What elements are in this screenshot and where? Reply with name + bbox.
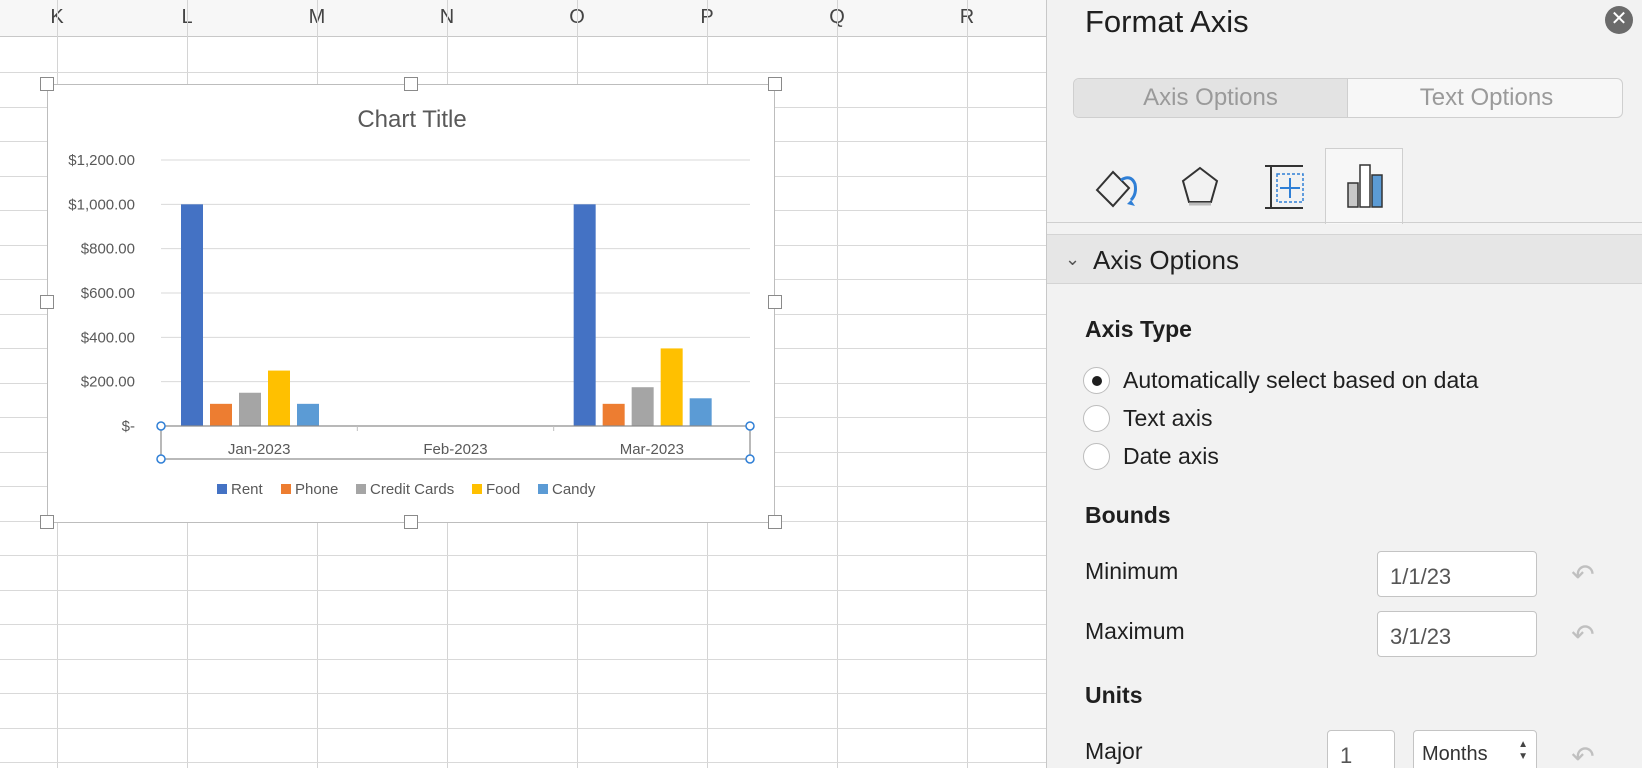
chart-title[interactable]: Chart Title: [357, 106, 466, 133]
axis-options-tab[interactable]: [1325, 148, 1403, 224]
pane-title: Format Axis: [1085, 4, 1249, 39]
y-tick-label: $-: [122, 418, 135, 435]
x-tick-label: Feb-2023: [423, 441, 487, 458]
axis-selection-handle[interactable]: [156, 454, 166, 464]
worksheet-grid[interactable]: KLMNOPQR Chart Title $- $200.00 $400.00 $60…: [0, 0, 1046, 768]
grid-row-line: [0, 555, 1046, 556]
axis-selection-handle[interactable]: [745, 454, 755, 464]
bar-rent[interactable]: [181, 204, 203, 426]
fill-line-tab[interactable]: [1077, 148, 1155, 222]
grid-row-line: [0, 624, 1046, 625]
major-unit-select-value: Months: [1422, 743, 1488, 765]
y-tick-label: $600.00: [81, 285, 135, 302]
y-tick-label: $1,000.00: [68, 196, 135, 213]
effects-icon: [1181, 166, 1219, 206]
units-title: Units: [1085, 682, 1143, 708]
radio-button-selected[interactable]: [1083, 367, 1110, 394]
size-properties-tab[interactable]: [1245, 148, 1323, 222]
x-tick-label: Mar-2023: [620, 441, 684, 458]
y-tick-label: $200.00: [81, 374, 135, 391]
legend-swatch: [538, 484, 548, 494]
tab-text-options[interactable]: Text Options: [1349, 79, 1622, 117]
chart-plot[interactable]: Chart Title $- $200.00 $400.00 $600.00 $800.…: [48, 85, 776, 524]
major-unit-input[interactable]: 1: [1327, 730, 1395, 768]
maximum-input[interactable]: 3/1/23: [1377, 611, 1537, 657]
chart-resize-handle-bottom-left[interactable]: [40, 515, 54, 529]
column-header-bar: KLMNOPQR: [0, 0, 1046, 37]
chart-resize-handle-right[interactable]: [768, 295, 782, 309]
tab-axis-options[interactable]: Axis Options: [1074, 79, 1348, 117]
excel-window: KLMNOPQR Chart Title $- $200.00 $400.00 $60…: [0, 0, 1642, 768]
radio-label: Automatically select based on data: [1123, 367, 1479, 393]
bar-phone[interactable]: [210, 403, 232, 426]
bar-phone[interactable]: [602, 403, 625, 426]
bar-candy[interactable]: [689, 398, 712, 426]
grid-row-line: [0, 590, 1046, 591]
bar-chart[interactable]: Chart Title $- $200.00 $400.00 $600.00 $800.…: [47, 84, 775, 523]
legend-entry[interactable]: Candy: [552, 481, 596, 498]
format-icon-tabs: [1047, 148, 1642, 224]
y-tick-label: $800.00: [81, 241, 135, 258]
chart-resize-handle-top-left[interactable]: [40, 77, 54, 91]
legend-swatch: [472, 484, 482, 494]
column-header-k[interactable]: K: [0, 0, 122, 37]
select-arrows-icon: ▲ ▼: [1518, 739, 1528, 762]
axis-options-icon: [1347, 164, 1383, 208]
bar-rent[interactable]: [573, 204, 596, 426]
y-tick-label: $1,200.00: [68, 152, 135, 169]
grid-row-line: [0, 693, 1046, 694]
reset-minimum-icon[interactable]: ↶: [1565, 560, 1601, 590]
minimum-input[interactable]: 1/1/23: [1377, 551, 1537, 597]
section-label: Axis Options: [1093, 245, 1239, 275]
legend-entry[interactable]: Phone: [295, 481, 338, 498]
chart-resize-handle-top[interactable]: [404, 77, 418, 91]
grid-row-line: [0, 728, 1046, 729]
chart-resize-handle-bottom-right[interactable]: [768, 515, 782, 529]
reset-maximum-icon[interactable]: ↶: [1565, 620, 1601, 650]
radio-label: Text axis: [1123, 405, 1213, 431]
effects-tab[interactable]: [1161, 148, 1239, 222]
chart-resize-handle-left[interactable]: [40, 295, 54, 309]
reset-major-icon[interactable]: ↶: [1565, 742, 1601, 768]
bar-food[interactable]: [660, 348, 683, 426]
bar-credit-cards[interactable]: [631, 387, 654, 426]
grid-column-line: [967, 0, 968, 768]
icon-tabs-divider: [1047, 222, 1642, 223]
y-tick-label: $400.00: [81, 329, 135, 346]
axis-type-title: Axis Type: [1085, 316, 1192, 342]
options-segmented-control: Axis Options Text Options: [1073, 78, 1623, 118]
chart-resize-handle-top-right[interactable]: [768, 77, 782, 91]
bar-food[interactable]: [268, 370, 290, 426]
bounds-title: Bounds: [1085, 502, 1171, 528]
major-label: Major: [1085, 738, 1143, 764]
bar-credit-cards[interactable]: [239, 392, 261, 426]
close-pane-button[interactable]: ✕: [1605, 6, 1633, 34]
radio-button[interactable]: [1083, 405, 1110, 432]
x-tick-label: Jan-2023: [228, 441, 291, 458]
legend-swatch: [281, 484, 291, 494]
format-axis-pane: Format Axis ✕ Axis Options Text Options: [1046, 0, 1642, 768]
legend-entry[interactable]: Rent: [231, 481, 264, 498]
minimum-label: Minimum: [1085, 558, 1179, 584]
grid-row-line: [0, 659, 1046, 660]
legend-swatch: [217, 484, 227, 494]
grid-column-line: [837, 0, 838, 768]
chevron-down-icon: ⌄: [1065, 249, 1081, 269]
radio-button[interactable]: [1083, 443, 1110, 470]
fill-line-icon: [1095, 170, 1137, 208]
maximum-label: Maximum: [1085, 618, 1185, 644]
bar-candy[interactable]: [297, 403, 319, 426]
legend-entry[interactable]: Credit Cards: [370, 481, 454, 498]
legend-entry[interactable]: Food: [486, 481, 520, 498]
axis-selection-handle[interactable]: [156, 421, 166, 431]
grid-row-line: [0, 762, 1046, 763]
radio-label: Date axis: [1123, 443, 1219, 469]
major-unit-select[interactable]: Months ▲ ▼: [1413, 730, 1537, 768]
grid-row-line: [0, 72, 1046, 73]
legend-swatch: [356, 484, 366, 494]
axis-options-section-header[interactable]: ⌄ Axis Options: [1047, 234, 1642, 284]
chart-resize-handle-bottom[interactable]: [404, 515, 418, 529]
axis-selection-handle[interactable]: [745, 421, 755, 431]
size-properties-icon: [1265, 165, 1304, 209]
